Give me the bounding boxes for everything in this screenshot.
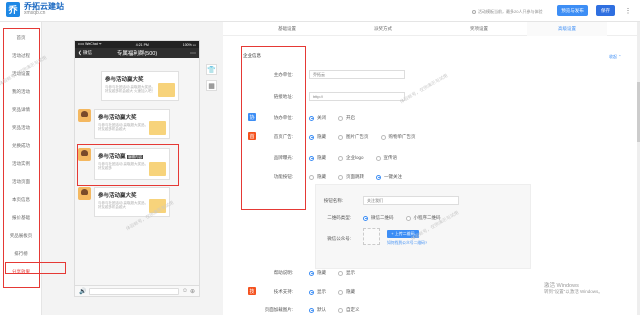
avatar (78, 187, 91, 200)
avatar (78, 109, 91, 122)
radio-icon[interactable] (380, 134, 386, 140)
radio-option[interactable]: 微信二维码 (363, 215, 394, 221)
message-item[interactable]: 参与活动赢大奖 与参与社团活动 赢取超大奖品，好友越多机会越大 火速加入吧！ (101, 71, 179, 101)
card-image (149, 121, 166, 135)
radio-option[interactable]: 隐藏 (309, 134, 326, 140)
radio-option[interactable]: 一键关注 (376, 174, 402, 180)
tab-basic[interactable]: 基础设置 (239, 22, 335, 36)
radio-option[interactable]: 关闭 (309, 115, 326, 121)
radio-option[interactable]: 隐藏 (309, 270, 326, 276)
tab-prize-method[interactable]: 派奖方式 (335, 22, 431, 36)
tech-support-label: 技术支持: (273, 289, 293, 294)
radio-option[interactable]: 隐藏 (309, 155, 326, 161)
radio-icon[interactable] (405, 215, 411, 221)
info-icon (472, 9, 476, 14)
radio-icon[interactable] (338, 289, 343, 295)
settings-tabs: 基础设置 派奖方式 奖项设置 高级设置 (223, 22, 640, 36)
button-name-input[interactable]: 关注我们 (363, 196, 459, 205)
emoji-icon[interactable]: ☺ (182, 288, 188, 294)
brand-sub: xmsqb.cn (24, 9, 46, 16)
top-bar: 乔 乔拓云建站 xmsqb.cn 活动模板当前，最多20人只参与体验 预览与发布… (0, 0, 640, 22)
chat-title: 专属福利群(500) (116, 51, 158, 57)
chat-input[interactable] (89, 287, 179, 295)
radio-option[interactable]: 隐藏 (338, 289, 355, 295)
tech-support-options: 显示 隐藏 (309, 289, 367, 295)
footer-image-label: 页面加载图片: (264, 307, 293, 312)
more-menu-icon[interactable]: ⋮ (621, 5, 635, 16)
radio-icon[interactable] (338, 270, 343, 276)
radio-icon[interactable] (338, 307, 343, 313)
radio-icon[interactable] (309, 174, 314, 180)
phone-status-bar: ••••• WeChat ᯤ 4:21 PM 100% ▭ (75, 41, 199, 48)
radio-option[interactable]: 开启 (338, 115, 355, 121)
qrcode-type-label: 二维码类型: (327, 215, 351, 220)
layout-icon[interactable]: ▦ (206, 80, 217, 91)
radio-icon[interactable] (309, 115, 314, 121)
radio-icon[interactable] (309, 134, 314, 140)
preview-publish-button[interactable]: 预览与发布 (557, 5, 588, 16)
card-image (158, 83, 175, 97)
radio-option[interactable]: 默认 (309, 307, 326, 313)
radio-icon[interactable] (363, 215, 368, 221)
radio-icon[interactable] (309, 270, 314, 276)
home-ads-options: 隐藏 图片广告页 购物单广告页 (309, 134, 428, 140)
host-input[interactable]: 乔拓云 (309, 70, 405, 79)
radio-option[interactable]: 隐藏 (309, 174, 326, 180)
settings-highlight (241, 46, 306, 210)
brand-name: 乔拓云建站 (24, 1, 64, 11)
save-button[interactable]: 保存 (596, 5, 615, 16)
collapse-button[interactable]: 收起 ⌃ (609, 54, 621, 60)
radio-icon[interactable] (338, 134, 343, 140)
active-item-highlight (5, 262, 66, 274)
windows-activation-notice: 激活 Windows 转到"设置"以激活 Windows。 (544, 283, 603, 294)
help-options: 隐藏 显示 (309, 270, 367, 276)
radio-option[interactable]: 购物单广告页 (380, 134, 416, 140)
qrcode-help-link[interactable]: 如何找到公众号二维码? (387, 241, 427, 246)
brand-exposure-options: 隐藏 企业logo 宣传语 (309, 155, 409, 161)
radio-option[interactable]: 小程序二维码 (405, 215, 441, 221)
radio-option[interactable]: 图片广告页 (338, 134, 369, 140)
logo-icon: 乔 (6, 2, 20, 17)
radio-option[interactable]: 显示 (338, 270, 355, 276)
radio-option[interactable]: 宣传语 (375, 155, 397, 161)
radio-option[interactable]: 显示 (309, 289, 326, 295)
radio-option[interactable]: 企业logo (338, 155, 364, 161)
footer-image-options: 默认 自定义 (309, 307, 372, 313)
radio-icon[interactable] (309, 307, 314, 313)
radio-icon[interactable] (375, 155, 381, 161)
brand-logo[interactable]: 乔 乔拓云建站 xmsqb.cn (6, 2, 64, 17)
radio-option[interactable]: 页面跳转 (338, 174, 364, 180)
help-label: 帮助说明: (273, 270, 293, 275)
wechat-label: 微信公众号: (327, 236, 351, 241)
template-hint: 活动模板当前，最多20人只参与体验 (472, 9, 542, 15)
radio-icon[interactable] (376, 174, 381, 180)
selected-message-highlight (77, 144, 179, 186)
link-input[interactable]: http:// (309, 92, 405, 101)
radio-icon[interactable] (338, 174, 343, 180)
plus-icon[interactable]: ⊕ (190, 288, 195, 295)
voice-icon[interactable]: 🔊 (79, 288, 86, 295)
phone-input-bar: 🔊 ☺ ⊕ (75, 285, 199, 296)
radio-icon[interactable] (309, 155, 314, 161)
qrcode-placeholder[interactable] (363, 228, 380, 245)
co-organizer-options: 关闭 开启 (309, 115, 367, 121)
message-item[interactable]: 参与活动赢大奖 与参与社团活动 赢取超大奖品，好友越多机会越大 (78, 109, 170, 139)
radio-option[interactable]: 自定义 (338, 307, 360, 313)
tab-advanced[interactable]: 高级设置 (527, 22, 607, 36)
phone-nav-bar: ❮ 微信 专属福利群(500) ⋯ (75, 48, 199, 58)
radio-icon[interactable] (309, 289, 314, 295)
function-button-options: 隐藏 页面跳转 一键关注 (309, 174, 414, 180)
tab-prize-settings[interactable]: 奖项设置 (431, 22, 527, 36)
theme-icon[interactable]: 👕 (206, 64, 217, 75)
radio-icon[interactable] (338, 155, 343, 161)
radio-icon[interactable] (338, 115, 343, 121)
